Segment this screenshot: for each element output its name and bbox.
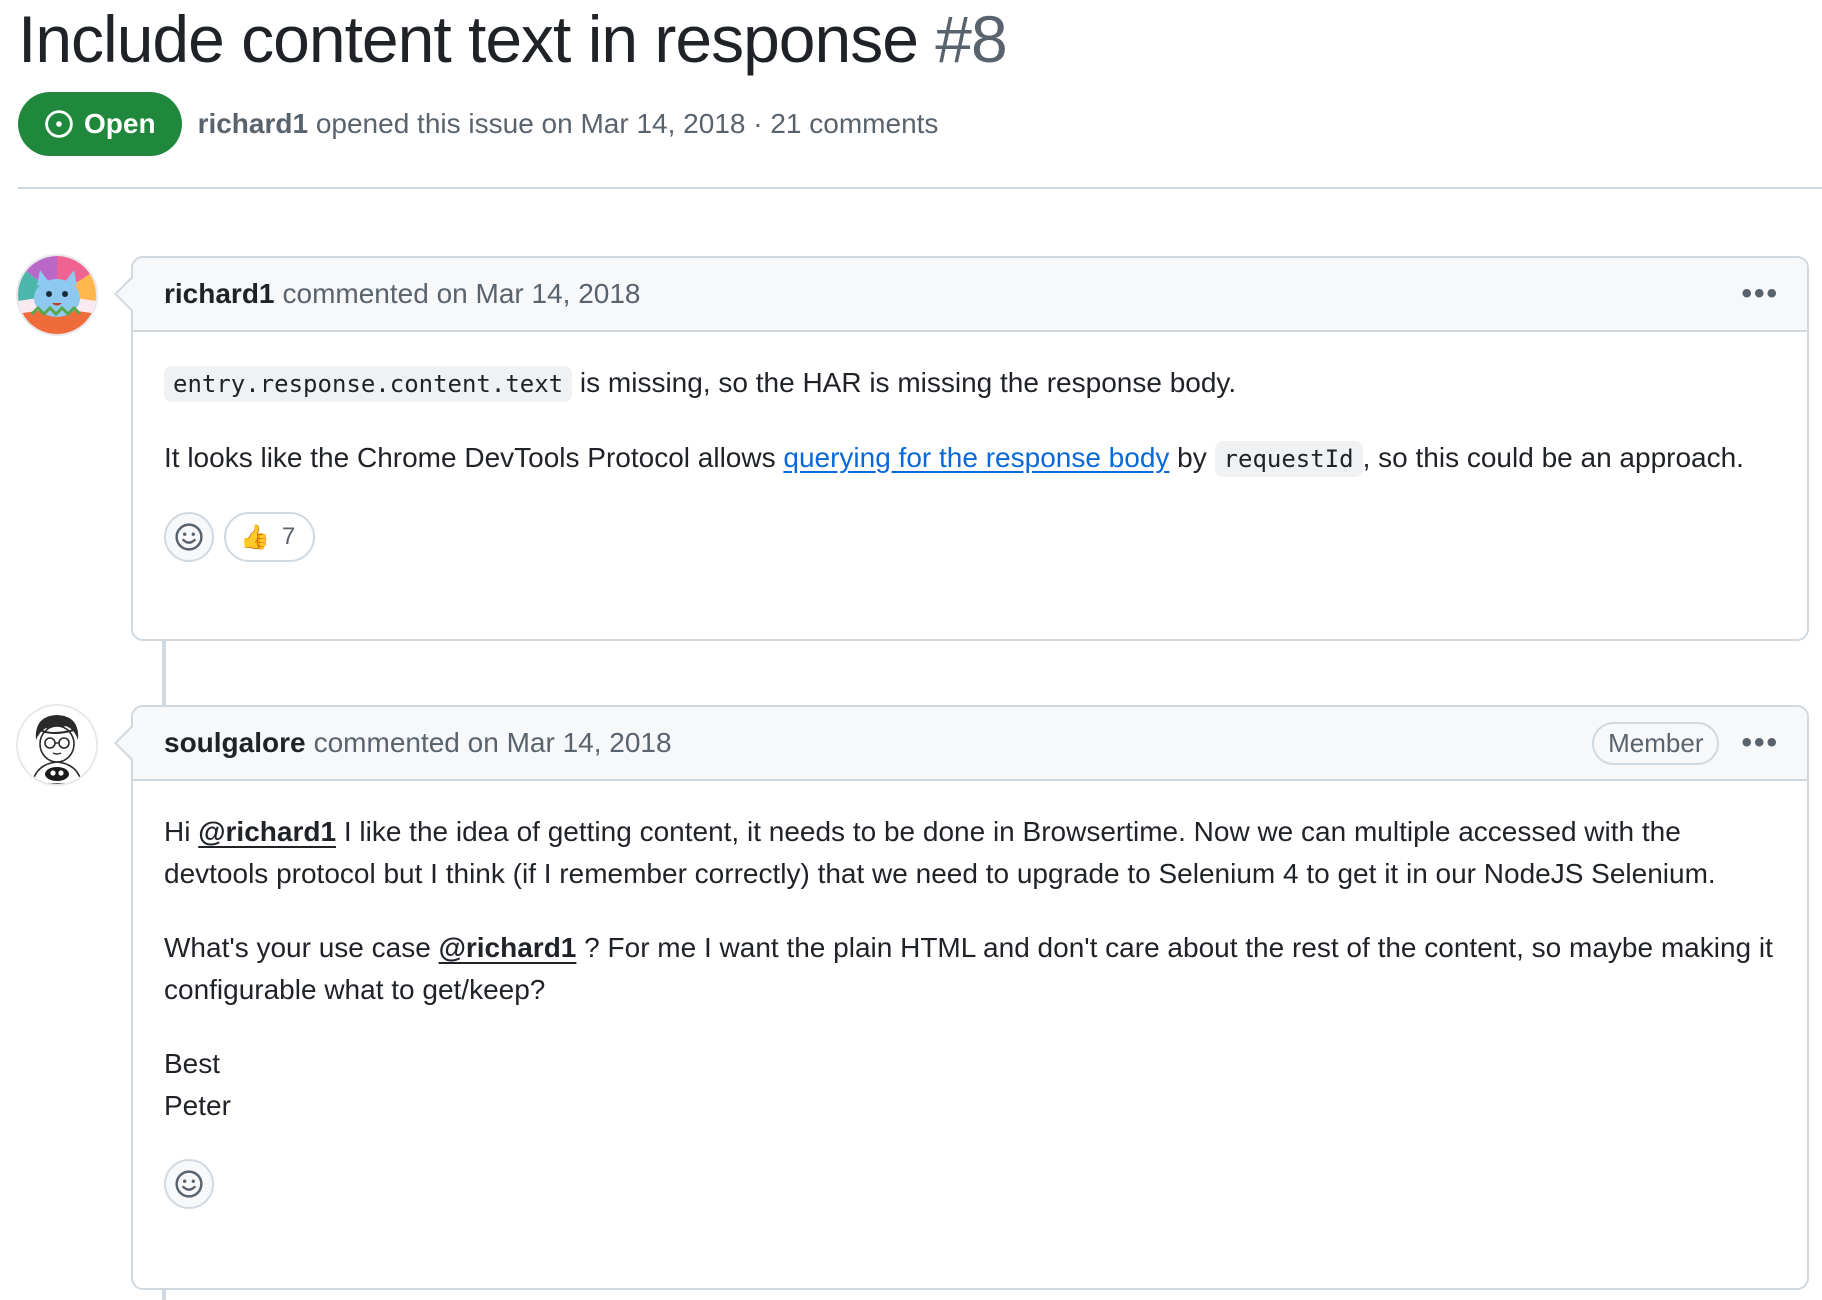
inline-code: entry.response.content.text	[164, 366, 573, 402]
paragraph-text: is missing, so the HAR is missing the re…	[572, 367, 1237, 398]
issue-title-text: Include content text in response	[18, 2, 919, 76]
paragraph-text: by	[1169, 442, 1215, 473]
comment-card: soulgalore commented on Mar 14, 2018 Mem…	[131, 705, 1809, 1290]
comment-card: richard1 commented on Mar 14, 2018 ••• e…	[131, 256, 1809, 641]
reactions-bar: 👍 7	[133, 512, 1807, 590]
comment-author[interactable]: soulgalore	[164, 727, 306, 759]
state-label: Open	[84, 108, 156, 139]
comment-paragraph: entry.response.content.text is missing, …	[164, 362, 1775, 405]
paragraph-text: , so this could be an approach.	[1362, 442, 1744, 473]
issue-title: Include content text in response #8	[18, 0, 1008, 78]
comment-paragraph: Best Peter	[164, 1043, 1775, 1127]
comment-header: richard1 commented on Mar 14, 2018 •••	[133, 258, 1807, 332]
paragraph-text: I like the idea of getting content, it n…	[164, 816, 1716, 889]
kebab-horizontal-icon[interactable]: •••	[1741, 279, 1779, 309]
add-reaction-button[interactable]	[164, 512, 214, 562]
user-mention-link[interactable]: @richard1	[198, 816, 336, 847]
comment-header-actions: •••	[1741, 279, 1779, 309]
response-body-link[interactable]: querying for the response body	[783, 442, 1169, 473]
member-badge: Member	[1592, 721, 1720, 765]
reaction-count: 7	[281, 523, 296, 550]
avatar-soulgalore[interactable]	[16, 704, 98, 786]
issue-opened-icon	[44, 109, 74, 139]
paragraph-text: What's your use case	[164, 932, 439, 963]
smiley-icon	[174, 1169, 204, 1199]
comment-author[interactable]: richard1	[164, 278, 275, 310]
comment-paragraph: It looks like the Chrome DevTools Protoc…	[164, 437, 1775, 480]
paragraph-text: It looks like the Chrome DevTools Protoc…	[164, 442, 784, 473]
comment-body: Hi @richard1 I like the idea of getting …	[133, 781, 1807, 1127]
signature-text: Peter	[164, 1090, 231, 1121]
reactions-bar	[133, 1159, 1807, 1237]
issue-meta: richard1 opened this issue on Mar 14, 20…	[198, 108, 939, 140]
add-reaction-button[interactable]	[164, 1159, 214, 1209]
smiley-icon	[174, 522, 204, 552]
issue-state-row: Open richard1 opened this issue on Mar 1…	[18, 92, 938, 156]
thumbs-up-icon: 👍	[240, 523, 270, 551]
comment-paragraph: Hi @richard1 I like the idea of getting …	[164, 811, 1775, 895]
comment-header-actions: Member •••	[1592, 721, 1779, 765]
comment-timestamp[interactable]: commented on Mar 14, 2018	[283, 278, 641, 310]
timeline-connector	[162, 1289, 166, 1300]
paragraph-text: Hi	[164, 816, 199, 847]
signoff-text: Best	[164, 1048, 221, 1079]
issue-number: #8	[935, 2, 1007, 76]
header-divider	[18, 187, 1822, 189]
issue-meta-text: opened this issue on Mar 14, 2018 · 21 c…	[315, 108, 939, 139]
inline-code: requestId	[1214, 441, 1363, 477]
issue-author-link[interactable]: richard1	[198, 108, 309, 139]
state-badge-open: Open	[18, 92, 182, 156]
comment-header: soulgalore commented on Mar 14, 2018 Mem…	[133, 707, 1807, 781]
comment-body: entry.response.content.text is missing, …	[133, 332, 1807, 480]
comment-timestamp[interactable]: commented on Mar 14, 2018	[314, 727, 672, 759]
avatar-richard1[interactable]	[16, 254, 98, 336]
user-mention-link[interactable]: @richard1	[439, 932, 577, 963]
thumbs-up-reaction-button[interactable]: 👍 7	[224, 512, 316, 562]
kebab-horizontal-icon[interactable]: •••	[1741, 728, 1779, 758]
comment-paragraph: What's your use case @richard1 ? For me …	[164, 927, 1775, 1011]
